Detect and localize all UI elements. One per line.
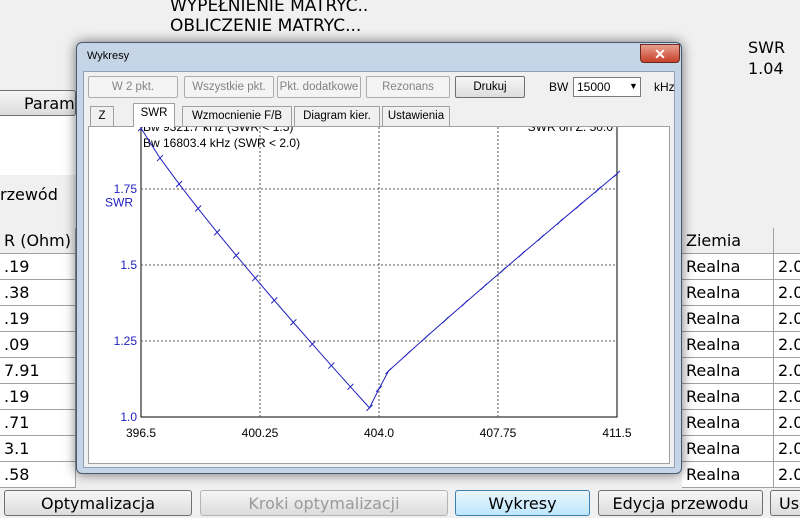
table-cell-r: .19	[0, 254, 76, 280]
extra-points-button[interactable]: Pkt. dodatkowe	[277, 76, 361, 98]
table-cell-ground: Realna	[682, 280, 774, 306]
table-header-ground: Ziemia	[682, 228, 774, 254]
table-cell-r: 7.91	[0, 358, 76, 384]
y-tick-label: 1.75	[114, 182, 138, 196]
bw-unit-label: kHz	[654, 80, 675, 94]
x-tick-label: 400.25	[242, 426, 279, 440]
swr-data-point	[518, 250, 526, 258]
table-cell-extra: 2.0	[774, 254, 800, 280]
table-cell-ground: Realna	[682, 332, 774, 358]
table-cell-r: .38	[0, 280, 76, 306]
table-cell-extra: 2.0	[774, 280, 800, 306]
table-cell-ground: Realna	[682, 306, 774, 332]
two-points-button[interactable]: W 2 pkt.	[88, 76, 178, 98]
table-cell-extra: 2.0	[774, 410, 800, 436]
bw-label: BW	[549, 80, 569, 94]
table-cell-ground: Realna	[682, 384, 774, 410]
swr-label: SWR	[748, 38, 786, 57]
swr-data-point	[480, 283, 488, 291]
status-line-2: OBLICZENIE MATRYC...	[170, 16, 362, 36]
bw-select-value: 15000	[577, 80, 611, 94]
tab-swr[interactable]: SWR	[133, 103, 175, 127]
tab-z[interactable]: Z	[90, 106, 114, 126]
close-icon[interactable]: ✕	[640, 44, 680, 63]
table-cell-r: .19	[0, 306, 76, 332]
background-header	[0, 0, 800, 44]
left-white-area	[0, 115, 76, 175]
swr-value: 1.04	[748, 59, 784, 78]
optimization-button[interactable]: Optymalizacja	[4, 490, 192, 516]
table-cell-extra: 2.0	[774, 306, 800, 332]
table-cell-extra: 2.0	[774, 358, 800, 384]
y-tick-label: 1.25	[114, 334, 138, 348]
swr-data-point	[385, 367, 392, 375]
settings-button[interactable]: Us	[770, 490, 800, 516]
x-tick-label: 396.5	[126, 426, 156, 440]
table-cell-ground: Realna	[682, 410, 774, 436]
swr-data-point	[442, 316, 449, 324]
swr-chart: 396.5 400.25 404.0 407.75 411.5 1.0 1.25 1.5 1.7…	[105, 106, 632, 440]
x-tick-label: 407.75	[480, 426, 517, 440]
all-points-button[interactable]: Wszystkie pkt.	[184, 76, 274, 98]
table-cell-ground: Realna	[682, 436, 774, 462]
table-header-extra	[774, 228, 800, 254]
reference-impedance-annotation: SWR on Z: 50.0	[528, 127, 614, 134]
plot-panel: 396.5 400.25 404.0 407.75 411.5 1.0 1.25 1.5 1.7…	[88, 106, 670, 464]
table-cell-r: .71	[0, 410, 76, 436]
przewod-label: rzewód	[0, 185, 58, 204]
table-header-r: R (Ohm)	[0, 228, 76, 254]
param-button[interactable]: Param	[0, 90, 76, 116]
swr-data-point	[404, 350, 411, 358]
table-cell-ground: Realna	[682, 254, 774, 280]
swr-data-point	[423, 333, 430, 341]
y-tick-label: 1.0	[120, 410, 137, 424]
table-cell-r: .09	[0, 332, 76, 358]
optimization-steps-button[interactable]: Kroki optymalizacji	[200, 490, 448, 516]
swr-data-point	[375, 385, 383, 393]
y-tick-label: 1.5	[120, 258, 137, 272]
table-cell-r: .58	[0, 462, 76, 488]
table-cell-r: 3.1	[0, 436, 76, 462]
table-cell-extra: 2.0	[774, 436, 800, 462]
bandwidth-annotation: Bw 9321.7 kHz (SWR < 1.5)	[143, 127, 293, 134]
table-cell-extra: 2.0	[774, 384, 800, 410]
dialog-client: W 2 pkt. Wszystkie pkt. Pkt. dodatkowe R…	[83, 71, 675, 468]
chevron-down-icon: ▼	[629, 81, 638, 91]
edit-wire-button[interactable]: Edycja przewodu	[598, 490, 763, 516]
table-cell-extra: 2.0	[774, 462, 800, 488]
table-cell-ground: Realna	[682, 462, 774, 488]
x-tick-label: 411.5	[602, 426, 631, 440]
table-cell-ground: Realna	[682, 358, 774, 384]
table-cell-r: .19	[0, 384, 76, 410]
y-axis-label: SWR	[105, 196, 133, 210]
x-tick-label: 404.0	[364, 426, 394, 440]
tab-directional-diagram[interactable]: Diagram kier.	[294, 106, 380, 126]
swr-data-point	[556, 218, 564, 226]
swr-data-point	[537, 234, 545, 242]
tab-gain-fb[interactable]: Wzmocnienie F/B	[182, 106, 292, 126]
status-line-1: WYPEŁNIENIE MATRYC..	[170, 0, 369, 16]
bandwidth-annotation: Bw 16803.4 kHz (SWR < 2.0)	[143, 136, 300, 150]
param-button-label: Param	[24, 94, 75, 113]
swr-data-point	[594, 186, 602, 194]
bw-select[interactable]: 15000 ▼	[573, 77, 641, 97]
print-button[interactable]: Drukuj	[455, 76, 525, 98]
swr-data-point	[499, 266, 507, 274]
tab-settings[interactable]: Ustawienia	[382, 106, 450, 126]
charts-button[interactable]: Wykresy	[455, 490, 590, 516]
dialog-title: Wykresy	[87, 50, 130, 62]
resonance-button[interactable]: Rezonans	[366, 76, 450, 98]
swr-data-point	[461, 299, 469, 307]
swr-data-point	[575, 202, 583, 210]
table-cell-extra: 2.0	[774, 332, 800, 358]
charts-dialog: Wykresy ✕ W 2 pkt. Wszystkie pkt. Pkt. d…	[76, 42, 682, 474]
